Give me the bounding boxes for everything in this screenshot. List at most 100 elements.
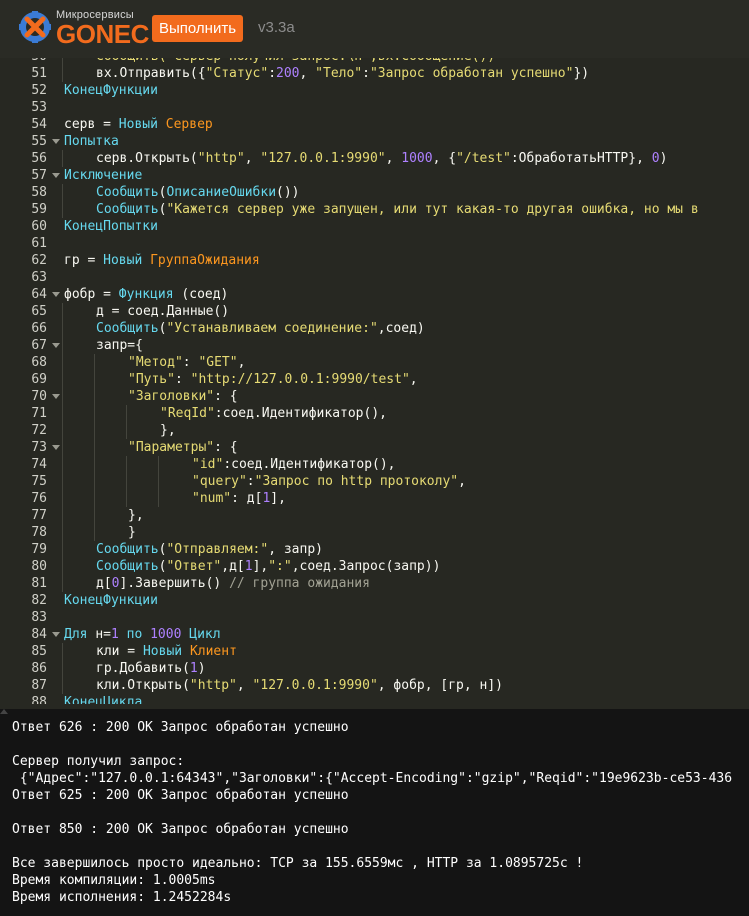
code-line[interactable]: 56 серв.Открыть("http", "127.0.0.1:9990",… — [0, 150, 749, 167]
gonec-logo-icon — [19, 11, 51, 43]
line-number: 77 — [31, 508, 47, 523]
code-line[interactable]: 76 "num": д[1], — [0, 490, 749, 507]
code-token: "Запрос по http протоколу" — [254, 474, 459, 489]
logo-title: GONEC — [56, 19, 149, 49]
code-line[interactable]: 72}, — [0, 422, 749, 439]
code-line[interactable]: 52 КонецФункции — [0, 82, 749, 99]
line-number: 68 — [31, 355, 47, 370]
code-token: Для — [64, 627, 96, 642]
code-line[interactable]: 59 Сообщить("Кажется сервер уже запущен, … — [0, 201, 749, 218]
indent-guide — [62, 575, 63, 592]
code-token: , фобр, [гр, н]) — [377, 678, 504, 693]
scroll-up-arrow-icon[interactable] — [0, 709, 8, 714]
code-line[interactable]: 71 "ReqId":соед.Идентификатор(), — [0, 405, 749, 422]
code-token: "id" — [192, 457, 224, 472]
indent-guide — [62, 541, 63, 558]
code-text: } — [128, 524, 136, 541]
app-header: Микросервисы GONEC Выполнить v3.3a — [0, 0, 749, 58]
code-token: КонецЦикла — [64, 695, 143, 704]
code-line[interactable]: 51 вх.Отправить({"Статус":200, "Тело":"За… — [0, 65, 749, 82]
code-line[interactable]: 70 "Заголовки": { — [0, 388, 749, 405]
fold-arrow-icon[interactable] — [52, 139, 60, 144]
code-token: ":" — [268, 559, 292, 574]
code-text: Сообщить("Кажется сервер уже запущен, ил… — [96, 201, 699, 218]
code-line[interactable]: 88 КонецЦикла — [0, 694, 749, 704]
code-line[interactable]: 60 КонецПопытки — [0, 218, 749, 235]
code-line[interactable]: 62 гр = Новый ГруппаОжидания — [0, 252, 749, 269]
code-token: "ReqId" — [160, 406, 215, 421]
code-line[interactable]: 84 Для н=1 по 1000 Цикл — [0, 626, 749, 643]
code-token: ,соед) — [377, 321, 425, 336]
code-token: серв = — [64, 117, 119, 132]
code-text: серв = Новый Сервер — [64, 116, 213, 133]
code-line[interactable]: 68 "Метод": "GET", — [0, 354, 749, 371]
code-line[interactable]: 75 "query":"Запрос по http протоколу", — [0, 473, 749, 490]
code-line[interactable]: 55 Попытка — [0, 133, 749, 150]
code-token: "GET" — [198, 355, 238, 370]
code-line[interactable]: 53 — [0, 99, 749, 116]
code-line[interactable]: 83 — [0, 609, 749, 626]
code-token: "127.0.0.1:9990" — [260, 151, 386, 166]
indent-guide — [62, 456, 63, 473]
code-line[interactable]: 66 Сообщить("Устанавливаем соединение:",с… — [0, 320, 749, 337]
code-token: Новый — [142, 644, 190, 659]
output-console[interactable]: Ответ 626 : 200 OK Запрос обработан успе… — [0, 709, 749, 916]
line-number: 81 — [31, 576, 47, 591]
code-token: Цикл — [181, 627, 221, 642]
code-token: ].Завершить() — [119, 576, 230, 591]
code-token: }, — [128, 508, 144, 523]
indent-guide — [126, 405, 127, 422]
code-token: Сообщить — [96, 542, 159, 557]
code-line[interactable]: 69 "Путь": "http://127.0.0.1:9990/test", — [0, 371, 749, 388]
code-line[interactable]: 78} — [0, 524, 749, 541]
code-token: "Ответ" — [166, 559, 222, 574]
code-line[interactable]: 74 "id":соед.Идентификатор(), — [0, 456, 749, 473]
fold-arrow-icon[interactable] — [52, 292, 60, 297]
fold-arrow-icon[interactable] — [52, 632, 60, 637]
code-line[interactable]: 58 Сообщить(ОписаниеОшибки()) — [0, 184, 749, 201]
code-token: фобр = — [64, 287, 119, 302]
code-editor[interactable]: 50Сообщить("Сервер получил запрос:\n",вх… — [0, 40, 749, 704]
code-line[interactable]: 85 кли = Новый Клиент — [0, 643, 749, 660]
indent-guide — [62, 184, 63, 201]
code-line[interactable]: 86 гр.Добавить(1) — [0, 660, 749, 677]
indent-guide — [158, 473, 159, 490]
fold-arrow-icon[interactable] — [52, 445, 60, 450]
code-line[interactable]: 80 Сообщить("Ответ",д[1],":",соед.Запрос(… — [0, 558, 749, 575]
code-line[interactable]: 87 кли.Открыть("http", "127.0.0.1:9990", … — [0, 677, 749, 694]
code-token: по — [118, 627, 151, 642]
line-number: 58 — [31, 185, 47, 200]
line-number: 64 — [31, 287, 47, 302]
code-line[interactable]: 79 Сообщить("Отправляем:", запр) — [0, 541, 749, 558]
fold-arrow-icon[interactable] — [52, 394, 60, 399]
code-text: Сообщить("Устанавливаем соединение:",сое… — [96, 320, 425, 337]
fold-arrow-icon[interactable] — [52, 343, 60, 348]
code-token: : — [268, 66, 277, 81]
code-text: КонецФункции — [64, 82, 158, 99]
line-number: 62 — [31, 253, 47, 268]
code-line[interactable]: 57 Исключение — [0, 167, 749, 184]
code-line[interactable]: 81 д[0].Завершить() // группа ожидания — [0, 575, 749, 592]
code-token: "num" — [192, 491, 232, 506]
run-button[interactable]: Выполнить — [152, 15, 244, 42]
code-line[interactable]: 65 д = соед.Данные() — [0, 303, 749, 320]
line-number: 76 — [31, 491, 47, 506]
code-line[interactable]: 63 — [0, 269, 749, 286]
code-token: "Параметры" — [128, 440, 215, 455]
code-token: Попытка — [64, 134, 119, 149]
indent-guide — [62, 643, 63, 660]
code-line[interactable]: 77}, — [0, 507, 749, 524]
code-line[interactable]: 73 "Параметры": { — [0, 439, 749, 456]
code-token: запр={ — [96, 338, 143, 353]
line-number: 87 — [31, 678, 47, 693]
code-line[interactable]: 61 — [0, 235, 749, 252]
code-line[interactable]: 54 серв = Новый Сервер — [0, 116, 749, 133]
code-line[interactable]: 64 фобр = Функция (соед) — [0, 286, 749, 303]
code-token: "/test" — [456, 151, 511, 166]
code-line[interactable]: 67 запр={ — [0, 337, 749, 354]
code-token: ,соед.Запрос(запр)) — [291, 559, 441, 574]
fold-arrow-icon[interactable] — [52, 173, 60, 178]
code-line[interactable]: 82 КонецФункции — [0, 592, 749, 609]
code-token: 0 — [651, 151, 660, 166]
code-token: "Метод" — [128, 355, 183, 370]
